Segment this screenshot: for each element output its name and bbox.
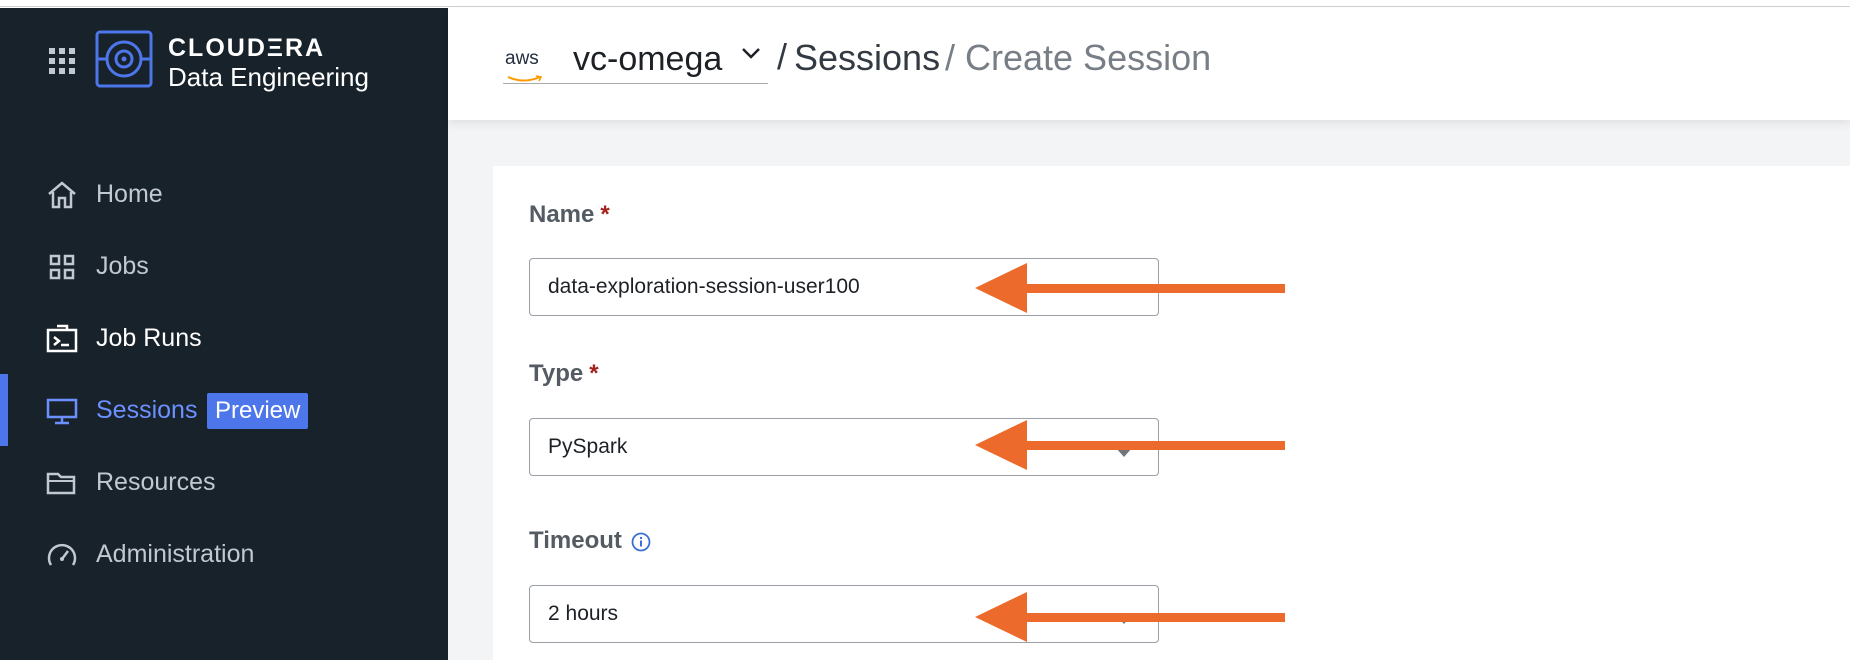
cloud-provider-label: aws bbox=[505, 48, 539, 69]
grid-icon bbox=[46, 252, 78, 282]
virtual-cluster-name: vc-omega bbox=[573, 40, 723, 78]
brand-name: CLOUDΞRA bbox=[168, 34, 326, 62]
preview-badge: Preview bbox=[207, 393, 309, 429]
breadcrumb-sessions-link[interactable]: Sessions bbox=[794, 37, 940, 79]
sidebar-item-job-runs[interactable]: Job Runs bbox=[0, 302, 448, 374]
annotation-arrow-icon bbox=[975, 263, 1285, 313]
cloudera-logo-icon[interactable] bbox=[95, 30, 153, 88]
terminal-icon bbox=[46, 324, 78, 354]
timeout-label-text: Timeout bbox=[529, 527, 622, 554]
sidebar-item-label: Jobs bbox=[96, 251, 149, 280]
aws-logo-icon bbox=[506, 70, 546, 88]
brand-product: Data Engineering bbox=[168, 62, 369, 92]
sidebar-nav: Home Jobs Job Runs Sessions Preview Reso… bbox=[0, 158, 448, 590]
breadcrumb-separator: / bbox=[777, 36, 788, 77]
name-label-text: Name bbox=[529, 201, 595, 228]
session-type-value: PySpark bbox=[548, 435, 628, 458]
session-timeout-value: 2 hours bbox=[548, 602, 619, 625]
sidebar-item-label: Resources bbox=[96, 467, 216, 496]
folder-icon bbox=[46, 468, 78, 498]
name-label: Name * bbox=[529, 201, 610, 229]
sidebar-item-label: Job Runs bbox=[96, 323, 202, 352]
home-icon bbox=[46, 180, 78, 210]
gauge-icon bbox=[46, 540, 78, 570]
annotation-arrow-icon bbox=[975, 592, 1285, 642]
sidebar-item-label: Home bbox=[96, 179, 163, 208]
sidebar: CLOUDΞRA Data Engineering Home Jobs Job … bbox=[0, 8, 448, 660]
sidebar-item-label: Sessions bbox=[96, 395, 198, 424]
info-icon[interactable] bbox=[630, 531, 652, 558]
required-marker: * bbox=[600, 201, 610, 228]
sidebar-item-jobs[interactable]: Jobs bbox=[0, 230, 448, 302]
breadcrumb-current: / Create Session bbox=[945, 37, 1212, 78]
type-label: Type * bbox=[529, 360, 599, 388]
sidebar-item-label: Administration bbox=[96, 539, 255, 568]
sidebar-item-home[interactable]: Home bbox=[0, 158, 448, 230]
chevron-down-icon bbox=[740, 46, 762, 65]
sidebar-item-administration[interactable]: Administration bbox=[0, 518, 448, 590]
sidebar-item-sessions[interactable]: Sessions Preview bbox=[0, 374, 448, 446]
timeout-label: Timeout bbox=[529, 527, 622, 555]
session-name-value: data-exploration-session-user100 bbox=[548, 275, 860, 298]
app-launcher-icon[interactable] bbox=[48, 47, 76, 75]
required-marker: * bbox=[589, 360, 599, 387]
type-label-text: Type bbox=[529, 360, 584, 387]
sidebar-item-resources[interactable]: Resources bbox=[0, 446, 448, 518]
window-top-border bbox=[0, 0, 1850, 7]
monitor-icon bbox=[46, 396, 78, 426]
annotation-arrow-icon bbox=[975, 420, 1285, 470]
